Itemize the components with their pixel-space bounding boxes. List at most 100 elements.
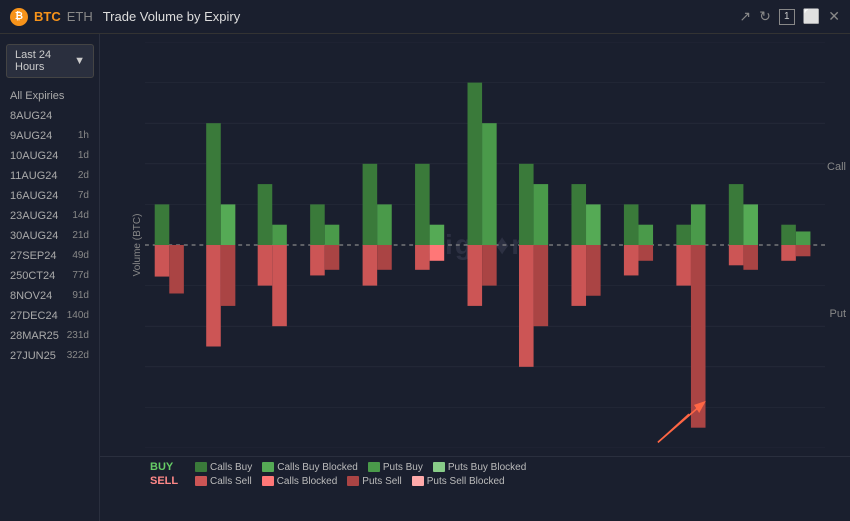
calls-sell-blocked-swatch bbox=[262, 476, 274, 486]
chart-area: Volume (BTC) digit♦r Call Put bbox=[100, 34, 850, 456]
puts-sell-label: Puts Sell bbox=[362, 476, 401, 487]
bar-27jun25-puts-buy bbox=[796, 231, 811, 245]
days-label: 1h bbox=[78, 130, 89, 142]
expiry-label: 16AUG24 bbox=[10, 190, 58, 202]
sidebar-item-8aug24[interactable]: 8AUG24 bbox=[0, 106, 99, 126]
bar-23aug24-puts-sell bbox=[430, 245, 445, 261]
bar-23aug24-calls-buy bbox=[415, 164, 430, 245]
content-area: Volume (BTC) digit♦r Call Put bbox=[100, 34, 850, 521]
svg-text:Put Selling: Put Selling bbox=[621, 447, 681, 448]
sidebar-item-all[interactable]: All Expiries bbox=[0, 86, 99, 106]
expiry-label: 250CT24 bbox=[10, 270, 55, 282]
bar-11aug24-puts-sell bbox=[325, 245, 340, 270]
layout-button[interactable]: 1 bbox=[779, 9, 795, 25]
sidebar-item-250ct24[interactable]: 250CT24 77d bbox=[0, 266, 99, 286]
chart-title: Trade Volume by Expiry bbox=[103, 9, 241, 24]
expiry-label: 9AUG24 bbox=[10, 130, 52, 142]
sidebar-item-27sep24[interactable]: 27SEP24 49d bbox=[0, 246, 99, 266]
bar-28mar25-calls-buy bbox=[729, 184, 744, 245]
btc-ticker[interactable]: BTC bbox=[34, 9, 61, 24]
sidebar-item-27jun25[interactable]: 27JUN25 322d bbox=[0, 346, 99, 366]
bar-23aug24-calls-sell bbox=[415, 245, 430, 270]
bar-30aug24-calls-buy bbox=[468, 83, 483, 245]
bar-8nov24-calls-sell bbox=[624, 245, 639, 275]
bar-28mar25-puts-buy bbox=[743, 204, 758, 245]
bar-30aug24-puts-buy bbox=[482, 123, 497, 245]
calls-sell-swatch bbox=[195, 476, 207, 486]
buy-legend-row: BUY Calls Buy Calls Buy Blocked Puts Buy… bbox=[150, 461, 840, 473]
bar-28mar25-calls-sell bbox=[729, 245, 744, 265]
expiry-label: 27DEC24 bbox=[10, 310, 58, 322]
puts-buy-swatch bbox=[368, 462, 380, 472]
days-label: 322d bbox=[67, 350, 89, 362]
titlebar: ₿ BTC ETH Trade Volume by Expiry ↗ ↻ 1 ⬜… bbox=[0, 0, 850, 34]
days-label: 49d bbox=[72, 250, 89, 262]
bar-16aug24-puts-buy bbox=[377, 204, 392, 245]
sell-label: SELL bbox=[150, 475, 185, 487]
call-side-label: Call bbox=[827, 161, 846, 173]
bar-8aug24-puts-sell bbox=[169, 245, 184, 293]
calls-sell-label: Calls Sell bbox=[210, 476, 252, 487]
days-label: 7d bbox=[78, 190, 89, 202]
bar-9aug24-puts-buy bbox=[221, 204, 236, 245]
sell-legend-row: SELL Calls Sell Calls Blocked Puts Sell … bbox=[150, 475, 840, 487]
sidebar-item-27dec24[interactable]: 27DEC24 140d bbox=[0, 306, 99, 326]
refresh-button[interactable]: ↻ bbox=[759, 8, 771, 25]
export-button[interactable]: ↗ bbox=[739, 8, 751, 25]
bar-9aug24-calls-sell bbox=[206, 245, 221, 347]
timeframe-button[interactable]: Last 24 Hours ▼ bbox=[6, 44, 94, 78]
expiry-label: 28MAR25 bbox=[10, 330, 59, 342]
bar-10aug24-puts-buy bbox=[272, 225, 287, 245]
bar-8aug24-calls-buy bbox=[155, 204, 170, 245]
btc-icon: ₿ bbox=[10, 8, 28, 26]
bar-28mar25-puts-sell bbox=[743, 245, 758, 270]
days-label: 2d bbox=[78, 170, 89, 182]
bar-27jun25-puts-sell bbox=[796, 245, 811, 256]
sidebar-item-30aug24[interactable]: 30AUG24 21d bbox=[0, 226, 99, 246]
calls-buy-swatch bbox=[195, 462, 207, 472]
sidebar-item-10aug24[interactable]: 10AUG24 1d bbox=[0, 146, 99, 166]
bar-9aug24-puts-sell bbox=[221, 245, 236, 306]
expiry-label: 8AUG24 bbox=[10, 110, 52, 122]
expiry-label: 11AUG24 bbox=[10, 170, 58, 182]
timeframe-label: Last 24 Hours bbox=[15, 49, 74, 73]
put-side-label: Put bbox=[829, 308, 846, 320]
bar-9aug24-calls-buy bbox=[206, 123, 221, 245]
bar-250ct24-calls-buy bbox=[571, 184, 586, 245]
bar-11aug24-calls-sell bbox=[310, 245, 325, 275]
expiry-label: 30AUG24 bbox=[10, 230, 58, 242]
days-label: 21d bbox=[72, 230, 89, 242]
bar-27dec24-puts-buy bbox=[691, 204, 706, 245]
bar-11aug24-calls-buy bbox=[310, 204, 325, 245]
bar-27dec24-calls-buy bbox=[676, 225, 691, 245]
sidebar-item-16aug24[interactable]: 16AUG24 7d bbox=[0, 186, 99, 206]
sidebar-item-23aug24[interactable]: 23AUG24 14d bbox=[0, 206, 99, 226]
bar-16aug24-puts-sell bbox=[377, 245, 392, 270]
bar-27jun25-calls-buy bbox=[781, 225, 796, 245]
maximize-button[interactable]: ⬜ bbox=[803, 8, 820, 25]
close-button[interactable]: ✕ bbox=[828, 8, 840, 25]
bar-250ct24-calls-sell bbox=[571, 245, 586, 306]
sidebar-item-9aug24[interactable]: 9AUG24 1h bbox=[0, 126, 99, 146]
titlebar-left: ₿ BTC ETH Trade Volume by Expiry bbox=[10, 8, 240, 26]
bar-27sep24-puts-sell bbox=[534, 245, 549, 326]
bar-8aug24-calls-sell bbox=[155, 245, 170, 277]
eth-ticker[interactable]: ETH bbox=[67, 9, 93, 24]
timeframe-dropdown[interactable]: Last 24 Hours ▼ bbox=[6, 44, 93, 78]
bar-11aug24-puts-buy bbox=[325, 225, 340, 245]
sidebar-item-8nov24[interactable]: 8NOV24 91d bbox=[0, 286, 99, 306]
calls-sell-blocked-legend: Calls Blocked bbox=[262, 476, 338, 487]
bar-23aug24-puts-buy bbox=[430, 225, 445, 245]
puts-buy-blocked-swatch bbox=[433, 462, 445, 472]
bar-8nov24-puts-sell bbox=[638, 245, 653, 261]
days-label: 91d bbox=[72, 290, 89, 302]
sidebar-item-28mar25[interactable]: 28MAR25 231d bbox=[0, 326, 99, 346]
main-layout: Last 24 Hours ▼ All Expiries 8AUG24 9AUG… bbox=[0, 34, 850, 521]
bar-250ct24-puts-sell bbox=[586, 245, 601, 296]
bar-8nov24-puts-buy bbox=[638, 225, 653, 245]
puts-sell-swatch bbox=[347, 476, 359, 486]
days-label: 1d bbox=[78, 150, 89, 162]
bar-8nov24-calls-buy bbox=[624, 204, 639, 245]
sidebar-item-11aug24[interactable]: 11AUG24 2d bbox=[0, 166, 99, 186]
calls-buy-label: Calls Buy bbox=[210, 462, 252, 473]
